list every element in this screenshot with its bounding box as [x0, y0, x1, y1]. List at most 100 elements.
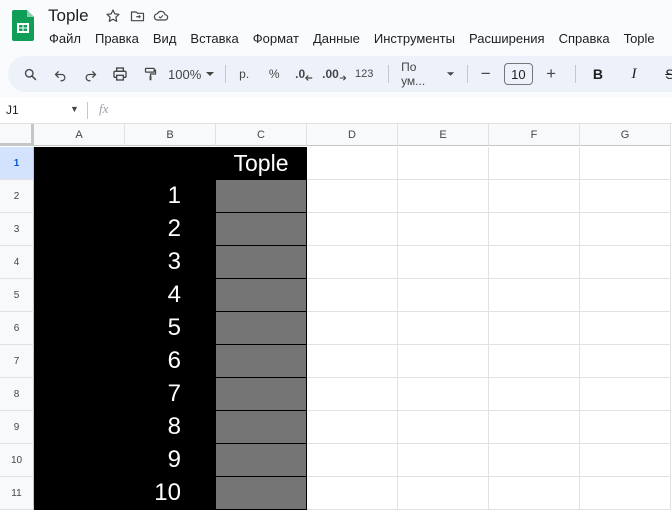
- row-header-1[interactable]: 1: [0, 147, 34, 180]
- cell-d1[interactable]: [307, 147, 398, 180]
- paint-format-button[interactable]: [138, 61, 162, 87]
- cell-b7[interactable]: 6: [125, 345, 216, 378]
- percent-format-button[interactable]: %: [262, 61, 286, 87]
- cell-c6[interactable]: [216, 312, 307, 345]
- menu-extensions[interactable]: Расширения: [462, 30, 552, 47]
- cell-a3[interactable]: [34, 213, 125, 246]
- more-formats-button[interactable]: 123: [352, 61, 376, 87]
- cell-g9[interactable]: [580, 411, 671, 444]
- menu-format[interactable]: Формат: [246, 30, 306, 47]
- cell-c11[interactable]: [216, 477, 307, 510]
- row-header-11[interactable]: 11: [0, 477, 34, 510]
- cell-a10[interactable]: [34, 444, 125, 477]
- cell-a9[interactable]: [34, 411, 125, 444]
- menu-tools[interactable]: Инструменты: [367, 30, 462, 47]
- name-box-dropdown-icon[interactable]: ▼: [70, 104, 79, 114]
- cell-g10[interactable]: [580, 444, 671, 477]
- cell-b2[interactable]: 1: [125, 180, 216, 213]
- cell-f8[interactable]: [489, 378, 580, 411]
- cell-d5[interactable]: [307, 279, 398, 312]
- cell-f6[interactable]: [489, 312, 580, 345]
- cell-a8[interactable]: [34, 378, 125, 411]
- cell-b1[interactable]: [125, 147, 216, 180]
- menu-help[interactable]: Справка: [552, 30, 617, 47]
- menu-insert[interactable]: Вставка: [183, 30, 245, 47]
- cell-d3[interactable]: [307, 213, 398, 246]
- cell-b10[interactable]: 9: [125, 444, 216, 477]
- menu-edit[interactable]: Правка: [88, 30, 146, 47]
- cell-e8[interactable]: [398, 378, 489, 411]
- cell-g6[interactable]: [580, 312, 671, 345]
- strikethrough-button[interactable]: S: [658, 61, 672, 87]
- cell-g4[interactable]: [580, 246, 671, 279]
- cell-a11[interactable]: [34, 477, 125, 510]
- cell-c1[interactable]: Tople: [216, 147, 307, 180]
- cell-e1[interactable]: [398, 147, 489, 180]
- cell-c7[interactable]: [216, 345, 307, 378]
- cell-e3[interactable]: [398, 213, 489, 246]
- cell-b11[interactable]: 10: [125, 477, 216, 510]
- cell-e7[interactable]: [398, 345, 489, 378]
- redo-button[interactable]: [78, 61, 102, 87]
- cell-c10[interactable]: [216, 444, 307, 477]
- font-size-input[interactable]: 10: [503, 63, 534, 85]
- star-icon[interactable]: [104, 7, 122, 25]
- cell-f5[interactable]: [489, 279, 580, 312]
- column-header-a[interactable]: A: [34, 124, 125, 146]
- cell-b8[interactable]: 7: [125, 378, 216, 411]
- undo-button[interactable]: [48, 61, 72, 87]
- increase-decimal-button[interactable]: .00: [322, 61, 347, 87]
- cell-c4[interactable]: [216, 246, 307, 279]
- column-header-d[interactable]: D: [307, 124, 398, 146]
- name-box[interactable]: J1: [6, 103, 19, 117]
- cell-c8[interactable]: [216, 378, 307, 411]
- cell-f2[interactable]: [489, 180, 580, 213]
- cell-e11[interactable]: [398, 477, 489, 510]
- decrease-decimal-button[interactable]: .0: [292, 61, 316, 87]
- select-all-corner[interactable]: [0, 124, 34, 146]
- cell-a1[interactable]: [34, 147, 125, 180]
- row-header-2[interactable]: 2: [0, 180, 34, 213]
- cell-c2[interactable]: [216, 180, 307, 213]
- cell-d11[interactable]: [307, 477, 398, 510]
- column-header-b[interactable]: B: [125, 124, 216, 146]
- row-header-8[interactable]: 8: [0, 378, 34, 411]
- sheets-logo-icon[interactable]: [12, 10, 34, 41]
- currency-format-button[interactable]: р.: [232, 61, 256, 87]
- cell-b6[interactable]: 5: [125, 312, 216, 345]
- cell-g11[interactable]: [580, 477, 671, 510]
- cell-f3[interactable]: [489, 213, 580, 246]
- cell-b5[interactable]: 4: [125, 279, 216, 312]
- zoom-select[interactable]: 100%: [168, 67, 215, 82]
- menu-view[interactable]: Вид: [146, 30, 184, 47]
- cell-c9[interactable]: [216, 411, 307, 444]
- cloud-status-icon[interactable]: [152, 7, 170, 25]
- cell-f4[interactable]: [489, 246, 580, 279]
- cell-d4[interactable]: [307, 246, 398, 279]
- font-family-select[interactable]: По ум...: [401, 60, 455, 88]
- print-button[interactable]: [108, 61, 132, 87]
- cell-c5[interactable]: [216, 279, 307, 312]
- row-header-7[interactable]: 7: [0, 345, 34, 378]
- cell-f7[interactable]: [489, 345, 580, 378]
- cell-d7[interactable]: [307, 345, 398, 378]
- cell-f9[interactable]: [489, 411, 580, 444]
- row-header-3[interactable]: 3: [0, 213, 34, 246]
- cell-d8[interactable]: [307, 378, 398, 411]
- cell-f10[interactable]: [489, 444, 580, 477]
- cell-c3[interactable]: [216, 213, 307, 246]
- cell-g1[interactable]: [580, 147, 671, 180]
- column-header-f[interactable]: F: [489, 124, 580, 146]
- bold-button[interactable]: B: [586, 61, 610, 87]
- cell-g2[interactable]: [580, 180, 671, 213]
- cell-d2[interactable]: [307, 180, 398, 213]
- row-header-9[interactable]: 9: [0, 411, 34, 444]
- menu-data[interactable]: Данные: [306, 30, 367, 47]
- row-header-6[interactable]: 6: [0, 312, 34, 345]
- increase-font-size-button[interactable]: +: [539, 61, 563, 87]
- cell-e9[interactable]: [398, 411, 489, 444]
- cell-e10[interactable]: [398, 444, 489, 477]
- italic-button[interactable]: I: [622, 61, 646, 87]
- cell-a2[interactable]: [34, 180, 125, 213]
- cell-a4[interactable]: [34, 246, 125, 279]
